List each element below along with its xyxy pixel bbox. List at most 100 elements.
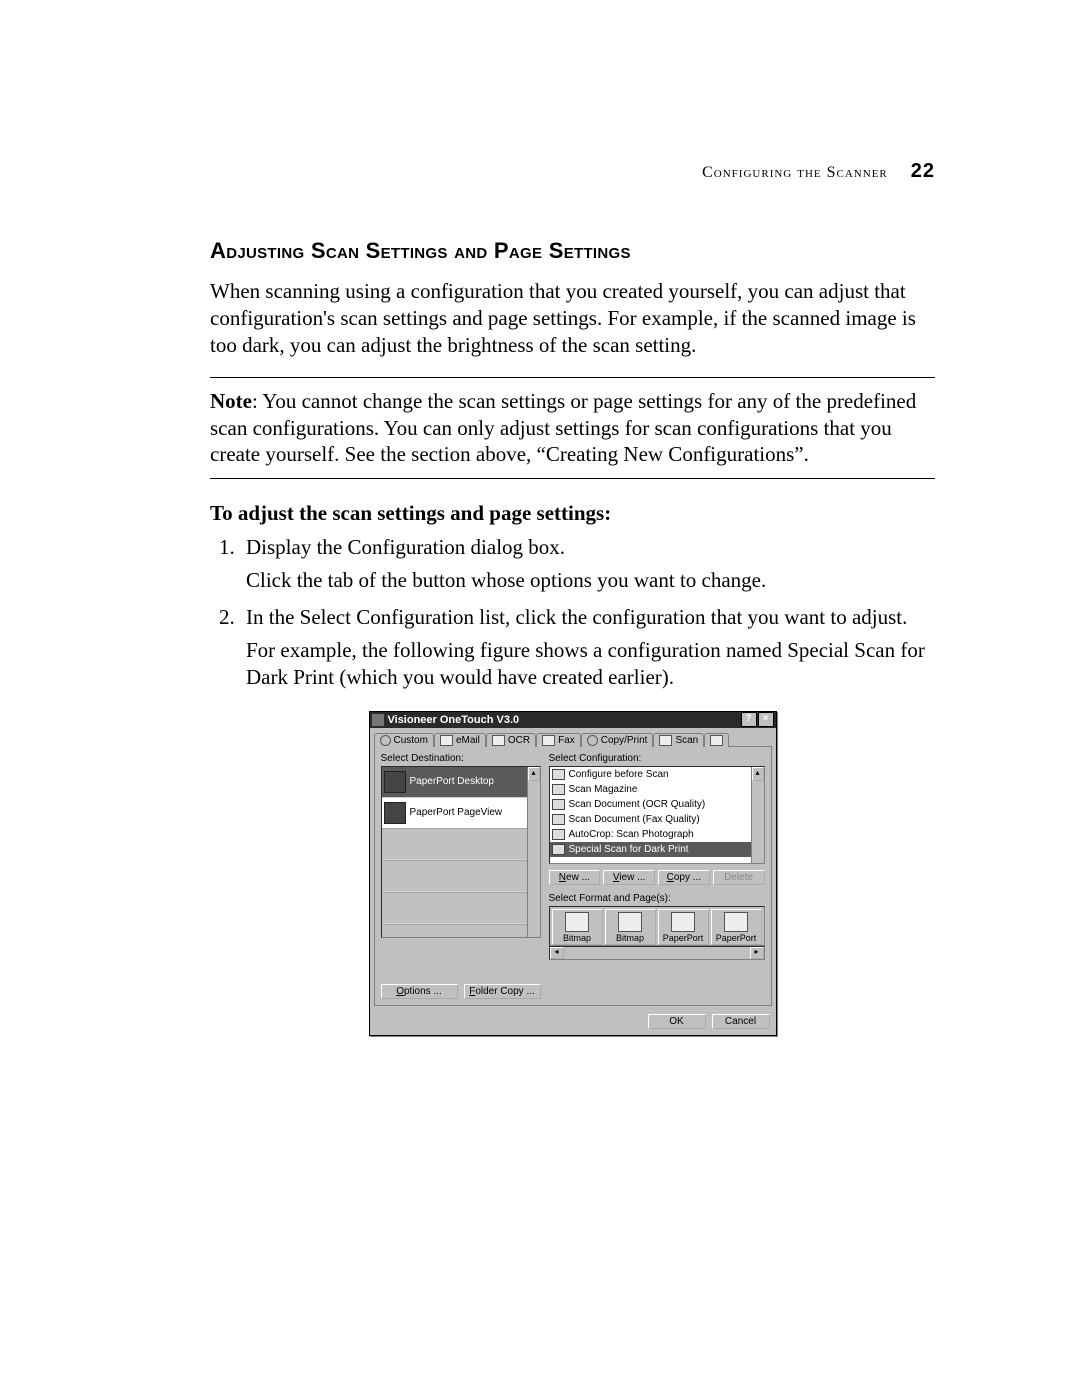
select-destination-label: Select Destination: [381, 753, 541, 764]
help-button[interactable]: ? [741, 712, 757, 727]
doc-icon [552, 769, 565, 780]
tab-fax-label: Fax [558, 735, 575, 746]
select-configuration-label: Select Configuration: [549, 753, 765, 764]
delete-button: Delete [713, 870, 765, 885]
doc-icon [552, 814, 565, 825]
list-item [382, 892, 540, 924]
cfg-configure-before-scan[interactable]: Configure before Scan [550, 767, 764, 782]
tab-scan-label: Scan [675, 735, 698, 746]
page-icon [671, 912, 695, 932]
cfg-scan-magazine[interactable]: Scan Magazine [550, 782, 764, 797]
dialog-footer: OK Cancel [370, 1010, 776, 1035]
configuration-listbox[interactable]: Configure before Scan Scan Magazine Scan… [549, 766, 765, 864]
running-header: Configuring the Scanner 22 [210, 160, 935, 183]
page-icon [565, 912, 589, 932]
dialog-panel: Select Destination: PaperPort Desktop Pa… [374, 746, 772, 1006]
scroll-up-icon[interactable]: ▴ [528, 767, 540, 781]
cancel-button[interactable]: Cancel [712, 1014, 770, 1029]
cfg-label: AutoCrop: Scan Photograph [569, 829, 694, 840]
new-button[interactable]: New ... [549, 870, 601, 885]
list-item [382, 860, 540, 892]
app-icon [384, 771, 406, 793]
format-bitmap-multi[interactable]: Bitmap [605, 909, 656, 945]
page-number: 22 [911, 160, 935, 182]
format-paperport-multi[interactable]: PaperPort [711, 909, 762, 945]
doc-icon [552, 844, 565, 855]
format-box: Bitmap Bitmap PaperPort PaperPort [549, 906, 765, 946]
app-icon [384, 802, 406, 824]
options-button[interactable]: Options ... [381, 984, 458, 999]
printer-icon [659, 735, 672, 746]
note-body: : You cannot change the scan settings or… [210, 389, 916, 467]
tab-custom-label: Custom [394, 735, 428, 746]
scroll-up-icon[interactable]: ▴ [752, 767, 764, 781]
step-1-line2: Click the tab of the button whose option… [246, 567, 935, 594]
step-2-line2: For example, the following figure shows … [246, 637, 935, 691]
cfg-autocrop-photo[interactable]: AutoCrop: Scan Photograph [550, 827, 764, 842]
format-scrollbar[interactable]: ◂ ▸ [549, 946, 765, 960]
dest-paperport-desktop[interactable]: PaperPort Desktop [382, 767, 540, 798]
onetouch-dialog: Visioneer OneTouch V3.0 ? × Custom eMail… [369, 711, 777, 1036]
tab-ocr-label: OCR [508, 735, 530, 746]
scroll-right-icon[interactable]: ▸ [750, 947, 764, 959]
copy-button[interactable]: Copy ... [658, 870, 710, 885]
section-title: Adjusting Scan Settings and Page Setting… [210, 238, 935, 264]
cfg-special-dark-print[interactable]: Special Scan for Dark Print [550, 842, 764, 857]
dest-paperport-pageview[interactable]: PaperPort PageView [382, 798, 540, 828]
tab-scan[interactable]: Scan [653, 733, 704, 747]
tab-email[interactable]: eMail [434, 733, 486, 747]
ok-button[interactable]: OK [648, 1014, 706, 1029]
tab-copyprint-label: Copy/Print [601, 735, 648, 746]
select-format-label: Select Format and Page(s): [549, 893, 765, 904]
tab-email-label: eMail [456, 735, 480, 746]
dest-label: PaperPort PageView [410, 807, 503, 818]
cfg-scan-doc-fax[interactable]: Scan Document (Fax Quality) [550, 812, 764, 827]
scrollbar[interactable]: ▴ [527, 767, 540, 937]
fmt-label: PaperPort [663, 933, 704, 943]
window-title: Visioneer OneTouch V3.0 [388, 714, 740, 726]
cfg-label: Scan Document (Fax Quality) [569, 814, 700, 825]
tab-prefs[interactable] [704, 733, 729, 747]
folder-copy-button[interactable]: Folder Copy ... [464, 984, 541, 999]
cfg-label: Scan Magazine [569, 784, 638, 795]
cfg-scan-doc-ocr[interactable]: Scan Document (OCR Quality) [550, 797, 764, 812]
intro-paragraph: When scanning using a configuration that… [210, 278, 935, 359]
steps-list: Display the Configuration dialog box. Cl… [210, 534, 935, 690]
format-paperport-single[interactable]: PaperPort [658, 909, 709, 945]
subheading: To adjust the scan settings and page set… [210, 501, 935, 526]
note-block: Note: You cannot change the scan setting… [210, 377, 935, 480]
tab-fax[interactable]: Fax [536, 733, 581, 747]
titlebar: Visioneer OneTouch V3.0 ? × [370, 712, 776, 728]
view-button[interactable]: View ... [603, 870, 655, 885]
step-2-line1: In the Select Configuration list, click … [246, 605, 907, 629]
cfg-label: Special Scan for Dark Print [569, 844, 689, 855]
tab-custom[interactable]: Custom [374, 733, 434, 747]
app-icon [372, 714, 384, 726]
close-button[interactable]: × [758, 712, 774, 727]
pages-icon [618, 912, 642, 932]
tab-ocr[interactable]: OCR [486, 733, 536, 747]
fmt-label: Bitmap [616, 933, 644, 943]
folder-label: older Copy ... [475, 986, 534, 997]
list-item [382, 828, 540, 860]
doc-icon [552, 784, 565, 795]
tab-strip: Custom eMail OCR Fax Copy/Print Scan [370, 728, 776, 746]
list-item [382, 924, 540, 938]
doc-icon [552, 799, 565, 810]
fmt-label: Bitmap [563, 933, 591, 943]
copyprint-icon [587, 735, 598, 746]
note-label: Note [210, 389, 252, 413]
step-1: Display the Configuration dialog box. Cl… [240, 534, 935, 594]
cfg-label: Configure before Scan [569, 769, 669, 780]
format-bitmap-single[interactable]: Bitmap [552, 909, 603, 945]
prefs-icon [710, 735, 723, 746]
tab-copyprint[interactable]: Copy/Print [581, 733, 654, 747]
fax-icon [542, 735, 555, 746]
scroll-left-icon[interactable]: ◂ [550, 947, 564, 959]
step-2: In the Select Configuration list, click … [240, 604, 935, 691]
destination-listbox[interactable]: PaperPort Desktop PaperPort PageView [381, 766, 541, 938]
scrollbar[interactable]: ▴ [751, 767, 764, 863]
pages-icon [724, 912, 748, 932]
mail-icon [440, 735, 453, 746]
dest-label: PaperPort Desktop [410, 776, 495, 787]
